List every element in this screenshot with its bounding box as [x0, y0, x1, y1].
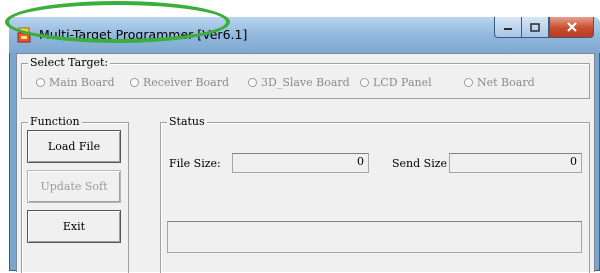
load-file-button[interactable]: Load File	[27, 130, 121, 163]
radio-circle	[130, 78, 139, 87]
select-target-label: Select Target:	[28, 56, 111, 70]
select-target-group: Select Target: Main Board Receiver Board…	[21, 56, 590, 99]
dialog-client-area: Select Target: Main Board Receiver Board…	[16, 53, 595, 273]
close-button[interactable]	[549, 17, 594, 38]
exit-button[interactable]: Exit	[27, 210, 121, 243]
update-soft-button[interactable]: Update Soft	[27, 170, 121, 203]
file-size-field[interactable]: 0	[232, 153, 369, 173]
function-group: Function Load File Update Soft Exit	[21, 115, 129, 273]
status-label: Status	[167, 115, 207, 129]
radio-label: 3D_Slave Board	[261, 76, 350, 89]
title-bar[interactable]: Multi-Target Programmer [Ver6.1]	[9, 17, 600, 53]
status-group: Status File Size: 0 Send Size 0	[160, 115, 590, 273]
minimize-button[interactable]	[494, 17, 521, 38]
maximize-icon	[530, 22, 540, 32]
window-controls	[494, 17, 594, 38]
radio-label: Receiver Board	[143, 76, 230, 89]
radio-circle	[248, 78, 257, 87]
minimize-icon	[504, 28, 512, 30]
send-size-field[interactable]: 0	[449, 153, 582, 173]
send-size-label: Send Size	[392, 157, 448, 170]
radio-main-board[interactable]: Main Board	[36, 76, 114, 89]
file-size-label: File Size:	[169, 157, 221, 170]
app-icon	[17, 27, 31, 43]
radio-lcd-panel[interactable]: LCD Panel	[360, 76, 432, 89]
radio-net-board[interactable]: Net Board	[464, 76, 535, 89]
radio-circle	[36, 78, 45, 87]
radio-circle	[360, 78, 369, 87]
radio-receiver-board[interactable]: Receiver Board	[130, 76, 229, 89]
radio-label: Net Board	[477, 76, 535, 89]
close-icon	[566, 22, 577, 32]
radio-3d-slave-board[interactable]: 3D_Slave Board	[248, 76, 350, 89]
radio-label: Main Board	[49, 76, 115, 89]
status-log-box[interactable]	[167, 221, 582, 253]
function-label: Function	[28, 115, 82, 129]
radio-label: LCD Panel	[373, 76, 432, 89]
programmer-window: Multi-Target Programmer [Ver6.1] Select …	[9, 17, 600, 273]
window-title: Multi-Target Programmer [Ver6.1]	[39, 27, 248, 42]
radio-circle	[464, 78, 473, 87]
maximize-button[interactable]	[521, 17, 549, 38]
